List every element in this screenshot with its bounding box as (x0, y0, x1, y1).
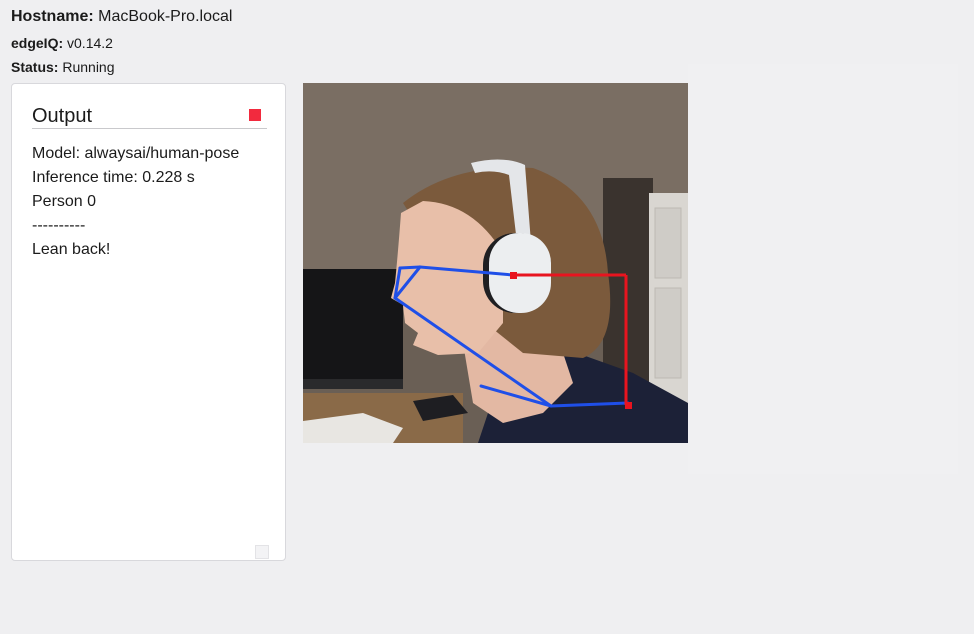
status-label: Status: (11, 59, 59, 75)
edgeiq-version-value: v0.14.2 (67, 35, 113, 51)
output-line-separator: ---------- (32, 217, 86, 234)
status-value: Running (62, 59, 115, 75)
video-stream-frame (303, 83, 688, 443)
edgeiq-label: edgeIQ: (11, 35, 64, 51)
output-panel: Output Model: alwaysai/human-pose Infere… (11, 83, 286, 561)
video-frame-image (303, 83, 688, 443)
hostname-line: Hostname: MacBook-Pro.local (11, 8, 232, 26)
output-panel-title: Output (32, 105, 93, 127)
status-line: Status: Running (11, 59, 115, 75)
hostname-label: Hostname: (11, 8, 94, 25)
output-line-person: Person 0 (32, 193, 97, 210)
stop-square-icon[interactable] (249, 109, 261, 121)
resize-handle[interactable] (255, 545, 269, 559)
edgeiq-version-line: edgeIQ: v0.14.2 (11, 35, 113, 51)
output-line-message: Lean back! (32, 241, 111, 258)
output-panel-header: Output (32, 104, 267, 129)
output-text: Model: alwaysai/human-pose Inference tim… (32, 142, 239, 262)
output-line-model: Model: alwaysai/human-pose (32, 145, 240, 162)
hostname-value: MacBook-Pro.local (98, 8, 233, 25)
output-line-inference-time: Inference time: 0.228 s (32, 169, 195, 186)
stream-backdrop (688, 64, 958, 474)
